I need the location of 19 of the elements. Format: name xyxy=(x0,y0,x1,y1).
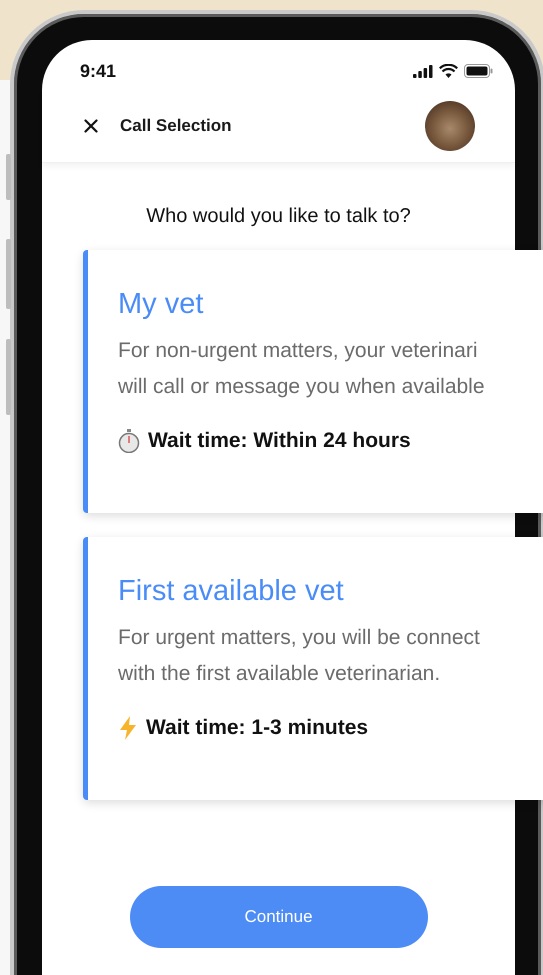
option-description: For urgent matters, you will be connect xyxy=(118,625,480,651)
wait-time-text: Wait time: Within 24 hours xyxy=(148,429,411,453)
stopwatch-icon xyxy=(118,429,140,453)
battery-icon xyxy=(464,64,493,78)
option-description: will call or message you when available xyxy=(118,374,485,400)
option-card[interactable]: First available vet For urgent matters, you will be connect with the first available veterinarian. Wait time: 1-3 minutes xyxy=(83,537,543,800)
avatar-photo-placeholder[interactable] xyxy=(425,101,475,151)
lightning-icon xyxy=(118,716,138,740)
page-title: Call Selection xyxy=(120,116,232,136)
option-description: For non-urgent matters, your veterinari xyxy=(118,338,478,364)
wait-time-text: Wait time: 1-3 minutes xyxy=(146,716,368,740)
option-card[interactable]: My vet For non-urgent matters, your veterinari will call or message you when available Wait time: Within 24 hours xyxy=(83,250,543,513)
option-title: First available vet xyxy=(118,575,344,608)
option-title: My vet xyxy=(118,288,204,321)
question-text: Who would you like to talk to? xyxy=(145,205,412,228)
wifi-icon xyxy=(439,64,458,78)
status-time: 9:41 xyxy=(80,60,116,82)
option-description: with the first available veterinarian. xyxy=(118,661,440,687)
signal-icon xyxy=(413,64,433,78)
